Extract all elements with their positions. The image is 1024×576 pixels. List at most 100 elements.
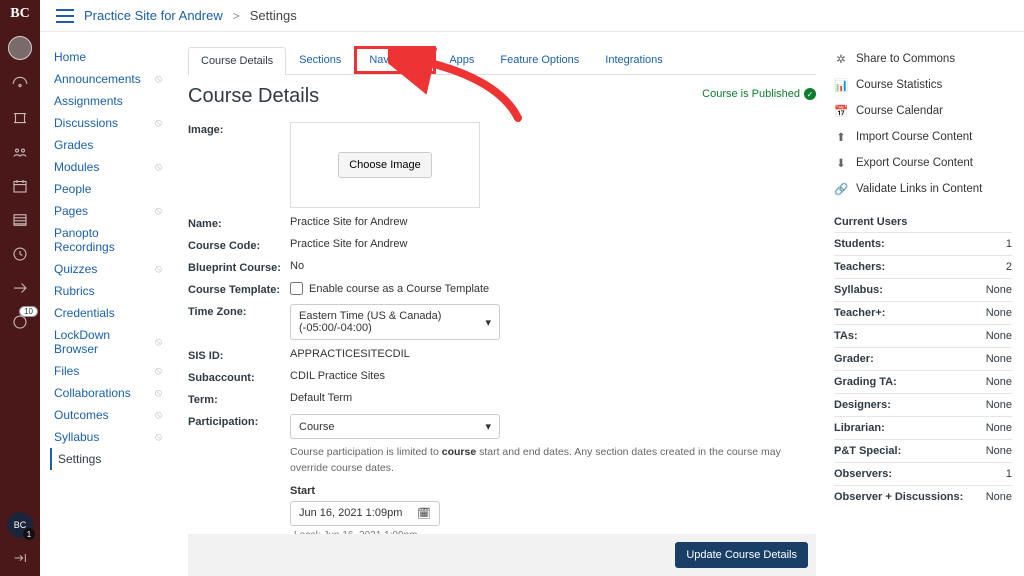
coursenav-item[interactable]: Rubrics xyxy=(50,280,162,302)
breadcrumb-course[interactable]: Practice Site for Andrew xyxy=(84,8,223,23)
sidebar-action[interactable]: ⬇Export Course Content xyxy=(834,150,1012,176)
global-nav: BC 10 BC 1 xyxy=(0,0,40,576)
settings-tab[interactable]: Sections xyxy=(286,46,354,74)
profile-bubble[interactable]: BC 1 xyxy=(7,512,33,538)
inbox-icon[interactable] xyxy=(10,210,30,230)
hidden-icon: ⦸ xyxy=(155,336,162,349)
users-row: Librarian:None xyxy=(834,416,1012,439)
institution-logo[interactable]: BC xyxy=(10,6,29,22)
user-role: Observers: xyxy=(834,468,892,480)
sidebar-action[interactable]: 🔗Validate Links in Content xyxy=(834,176,1012,202)
image-label: Image: xyxy=(188,122,290,136)
settings-tab[interactable]: Feature Options xyxy=(487,46,592,74)
coursenav-item[interactable]: Credentials xyxy=(50,302,162,324)
user-role: P&T Special: xyxy=(834,445,901,457)
coursenav-item[interactable]: Syllabus ⦸ xyxy=(50,426,162,448)
coursenav-item-label: LockDown Browser xyxy=(54,328,155,356)
action-icon: ✲ xyxy=(834,52,848,66)
subaccount-link[interactable]: CDIL Practice Sites xyxy=(290,370,816,382)
users-row: Teachers:2 xyxy=(834,255,1012,278)
calendar-icon[interactable] xyxy=(10,176,30,196)
coursenav-item-label: Rubrics xyxy=(54,284,95,298)
coursenav-item[interactable]: Pages⦸ xyxy=(50,200,162,222)
course-nav: HomeAnnouncements⦸AssignmentsDiscussions… xyxy=(40,32,170,576)
coursenav-item[interactable]: LockDown Browser⦸ xyxy=(50,324,162,360)
sidebar-action[interactable]: ✲ Share to Commons xyxy=(834,46,1012,72)
choose-image-button[interactable]: Choose Image xyxy=(338,152,432,178)
user-count: None xyxy=(986,307,1012,319)
coursenav-item[interactable]: Announcements⦸ xyxy=(50,68,162,90)
action-icon: ⬆ xyxy=(834,130,848,144)
user-count: None xyxy=(986,330,1012,342)
groups-icon[interactable] xyxy=(10,142,30,162)
sidebar-action[interactable]: 📊Course Statistics xyxy=(834,72,1012,98)
hidden-icon: ⦸ xyxy=(155,263,162,276)
settings-tab[interactable]: Integrations xyxy=(592,46,675,74)
coursenav-item[interactable]: Collaborations⦸ xyxy=(50,382,162,404)
commons-icon[interactable] xyxy=(10,278,30,298)
coursenav-item[interactable]: Grades xyxy=(50,134,162,156)
sidebar-action[interactable]: ⬆ Import Course Content xyxy=(834,124,1012,150)
tz-label: Time Zone: xyxy=(188,304,290,318)
action-label: Import Course Content xyxy=(856,131,972,143)
settings-main: Course DetailsSectionsNavigationAppsFeat… xyxy=(170,32,834,576)
dashboard-icon[interactable] xyxy=(10,74,30,94)
user-role: Grading TA: xyxy=(834,376,897,388)
coursenav-item-label: Announcements xyxy=(54,72,141,86)
course-image-box[interactable]: Choose Image xyxy=(290,122,480,208)
courses-icon[interactable] xyxy=(10,108,30,128)
term-label: Term: xyxy=(188,392,290,406)
user-count: None xyxy=(986,491,1012,503)
action-icon: 📅 xyxy=(834,104,848,118)
coursenav-item[interactable]: Assignments xyxy=(50,90,162,112)
settings-tab[interactable]: Apps xyxy=(436,46,487,74)
hidden-icon: ⦸ xyxy=(155,117,162,130)
help-icon[interactable]: 10 xyxy=(10,312,30,332)
coursenav-item[interactable]: Panopto Recordings xyxy=(50,222,162,258)
coursenav-item-label: Syllabus xyxy=(54,430,99,444)
current-users-heading: Current Users xyxy=(834,216,1012,228)
sidebar-action[interactable]: 📅Course Calendar xyxy=(834,98,1012,124)
timezone-select[interactable]: Eastern Time (US & Canada) (-05:00/-04:0… xyxy=(290,304,500,340)
blueprint-label: Blueprint Course: xyxy=(188,260,290,274)
coursenav-item-label: Settings xyxy=(58,452,101,466)
coursenav-item[interactable]: Settings xyxy=(50,448,162,470)
coursenav-item-label: People xyxy=(54,182,91,196)
user-count: None xyxy=(986,376,1012,388)
hidden-icon: ⦸ xyxy=(155,387,162,400)
chevron-down-icon: ▾ xyxy=(485,420,491,433)
participation-label: Participation: xyxy=(188,414,290,428)
user-count: 1 xyxy=(1006,238,1012,250)
history-icon[interactable] xyxy=(10,244,30,264)
coursenav-item[interactable]: Home xyxy=(50,46,162,68)
coursenav-item[interactable]: Outcomes⦸ xyxy=(50,404,162,426)
code-value: Practice Site for Andrew xyxy=(290,238,816,250)
term-value: Default Term xyxy=(290,392,816,404)
hamburger-icon[interactable] xyxy=(56,9,74,23)
template-checkbox[interactable] xyxy=(290,282,303,295)
participation-select[interactable]: Course ▾ xyxy=(290,414,500,439)
settings-tab[interactable]: Course Details xyxy=(188,47,286,75)
name-value: Practice Site for Andrew xyxy=(290,216,816,228)
user-count: 1 xyxy=(1006,468,1012,480)
user-role: Syllabus: xyxy=(834,284,883,296)
coursenav-item[interactable]: Quizzes⦸ xyxy=(50,258,162,280)
action-label: Share to Commons xyxy=(856,53,955,65)
coursenav-item[interactable]: People xyxy=(50,178,162,200)
calendar-icon: 🗓 xyxy=(417,507,431,520)
coursenav-item[interactable]: Discussions⦸ xyxy=(50,112,162,134)
account-avatar[interactable] xyxy=(8,36,32,60)
start-date-input[interactable]: Jun 16, 2021 1:09pm 🗓 xyxy=(290,501,440,526)
update-course-button[interactable]: Update Course Details xyxy=(675,542,808,568)
collapse-icon[interactable] xyxy=(10,548,30,568)
settings-sidebar: ✲ Share to Commons 📊Course Statistics📅Cour… xyxy=(834,32,1024,576)
name-label: Name: xyxy=(188,216,290,230)
settings-tab[interactable]: Navigation xyxy=(354,46,436,74)
hidden-icon: ⦸ xyxy=(155,431,162,444)
participation-help: Course participation is limited to cours… xyxy=(290,445,816,477)
start-label: Start xyxy=(290,485,816,497)
coursenav-item[interactable]: Modules⦸ xyxy=(50,156,162,178)
user-role: Grader: xyxy=(834,353,874,365)
coursenav-item[interactable]: Files⦸ xyxy=(50,360,162,382)
user-role: Observer + Discussions: xyxy=(834,491,963,503)
